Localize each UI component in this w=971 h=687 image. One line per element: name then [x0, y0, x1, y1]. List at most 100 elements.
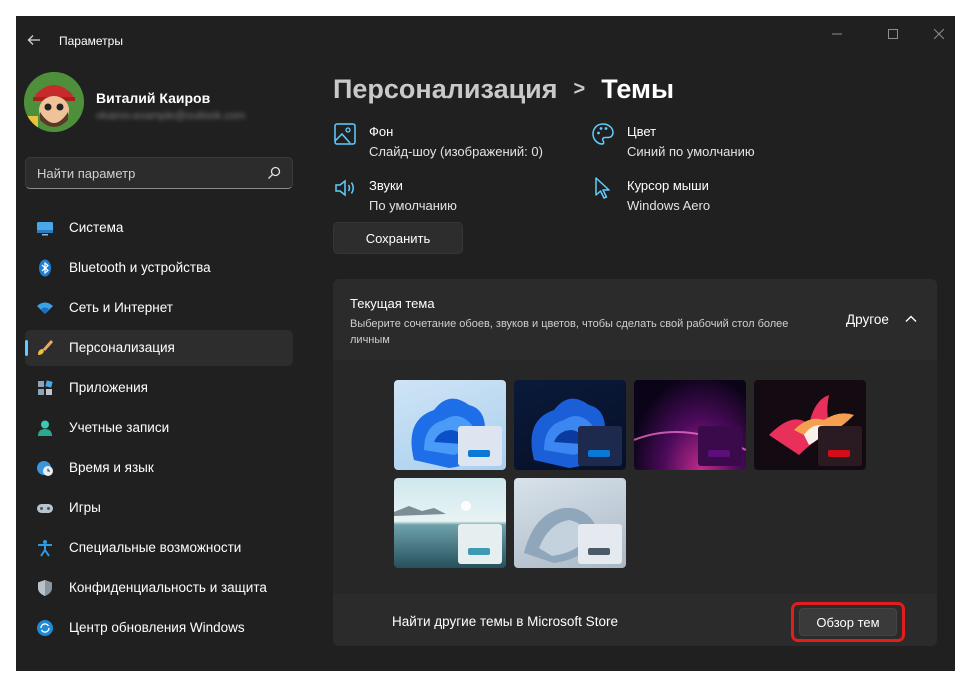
cursor-setting[interactable]: Курсор мыши Windows Aero: [591, 176, 791, 218]
theme-preview-window: [578, 524, 622, 564]
back-arrow-icon: [27, 35, 40, 45]
maximize-icon: [888, 29, 898, 39]
sidebar-item-label: Персонализация: [69, 340, 175, 355]
sidebar-item-label: Сеть и Интернет: [69, 300, 173, 315]
sidebar-item-privacy[interactable]: Конфиденциальность и защита: [25, 570, 293, 606]
sounds-value: По умолчанию: [369, 198, 457, 213]
speaker-icon: [335, 179, 354, 197]
theme-accent-bar: [468, 450, 490, 457]
search-icon[interactable]: [266, 165, 282, 181]
search-input[interactable]: [26, 158, 256, 188]
brush-icon: [36, 339, 54, 357]
search-box: [25, 157, 293, 189]
theme-preview-window: [458, 524, 502, 564]
sidebar-item-accessibility[interactable]: Специальные возможности: [25, 530, 293, 566]
close-icon: [934, 29, 944, 39]
cursor-title: Курсор мыши: [627, 178, 709, 193]
active-indicator: [25, 340, 28, 356]
user-name: Виталий Каиров: [96, 90, 211, 106]
color-title: Цвет: [627, 124, 657, 139]
theme-accent-bar: [588, 450, 610, 457]
theme-accent-bar: [828, 450, 850, 457]
theme-thumbnail-glow[interactable]: [634, 380, 746, 470]
avatar[interactable]: [24, 72, 84, 132]
theme-thumbnail-captured-motion[interactable]: [754, 380, 866, 470]
person-icon: [36, 419, 54, 437]
theme-accent-bar: [588, 548, 610, 555]
theme-thumbnail-windows-light[interactable]: [394, 380, 506, 470]
sidebar-item-label: Учетные записи: [69, 420, 170, 435]
settings-window: Параметры Виталий Каиров vkairov.example…: [16, 16, 955, 671]
chevron-up-icon[interactable]: [904, 312, 918, 326]
title-bar: Параметры: [16, 16, 955, 64]
wifi-icon: [36, 299, 54, 317]
current-theme-value: Другое: [846, 312, 889, 327]
theme-thumbnail-flow[interactable]: [514, 478, 626, 568]
sidebar-item-gaming[interactable]: Игры: [25, 490, 293, 526]
minimize-button[interactable]: [825, 22, 849, 46]
user-email: vkairov.example@outlook.com: [96, 110, 246, 122]
sidebar-item-label: Приложения: [69, 380, 148, 395]
sidebar-item-bluetooth[interactable]: Bluetooth и устройства: [25, 250, 293, 286]
sidebar-item-time-language[interactable]: Время и язык: [25, 450, 293, 486]
bluetooth-icon: [36, 259, 54, 277]
sidebar-nav: Система Bluetooth и устройства Сеть и Ин…: [25, 210, 293, 650]
palette-icon: [592, 123, 614, 145]
background-title: Фон: [369, 124, 394, 139]
cursor-value: Windows Aero: [627, 198, 711, 213]
image-icon: [334, 123, 356, 145]
app-title: Параметры: [59, 34, 123, 48]
sidebar-item-system[interactable]: Система: [25, 210, 293, 246]
color-value: Синий по умолчанию: [627, 144, 755, 159]
sidebar-item-network[interactable]: Сеть и Интернет: [25, 290, 293, 326]
close-button[interactable]: [927, 22, 951, 46]
store-themes-label: Найти другие темы в Microsoft Store: [392, 614, 618, 629]
monitor-icon: [36, 219, 54, 237]
sidebar-item-label: Специальные возможности: [69, 540, 242, 555]
background-setting[interactable]: Фон Слайд-шоу (изображений: 0): [333, 122, 563, 164]
theme-preview-window: [458, 426, 502, 466]
sounds-title: Звуки: [369, 178, 403, 193]
current-theme-description: Выберите сочетание обоев, звуков и цвето…: [350, 318, 789, 346]
store-themes-row: Найти другие темы в Microsoft Store Обзо…: [333, 596, 937, 646]
theme-gallery: [333, 360, 937, 594]
sidebar-item-personalization[interactable]: Персонализация: [25, 330, 293, 366]
avatar-image: [24, 72, 84, 132]
theme-thumbnail-sunrise[interactable]: [394, 478, 506, 568]
gamepad-icon: [36, 499, 54, 517]
sidebar-item-label: Время и язык: [69, 460, 154, 475]
theme-accent-bar: [468, 548, 490, 555]
current-theme-title: Текущая тема: [350, 296, 435, 311]
theme-preview-window: [578, 426, 622, 466]
page-title: Темы: [601, 74, 675, 104]
breadcrumb: Персонализация > Темы: [333, 74, 674, 105]
back-button[interactable]: [22, 28, 46, 52]
update-icon: [36, 619, 54, 637]
maximize-button[interactable]: [881, 22, 905, 46]
minimize-icon: [832, 33, 842, 35]
sidebar-item-label: Конфиденциальность и защита: [69, 580, 267, 595]
sidebar-item-label: Bluetooth и устройства: [69, 260, 211, 275]
sidebar-item-windows-update[interactable]: Центр обновления Windows: [25, 610, 293, 646]
background-value: Слайд-шоу (изображений: 0): [369, 144, 543, 159]
sidebar-item-apps[interactable]: Приложения: [25, 370, 293, 406]
shield-icon: [36, 579, 54, 597]
accessibility-icon: [36, 539, 54, 557]
theme-preview-window: [818, 426, 862, 466]
breadcrumb-parent[interactable]: Персонализация: [333, 74, 558, 105]
browse-themes-button[interactable]: Обзор тем: [799, 608, 897, 636]
current-theme-header[interactable]: Текущая тема Выберите сочетание обоев, з…: [333, 279, 937, 358]
sidebar-item-label: Система: [69, 220, 124, 235]
color-setting[interactable]: Цвет Синий по умолчанию: [591, 122, 791, 164]
sidebar-item-label: Центр обновления Windows: [69, 620, 245, 635]
current-theme-card: Текущая тема Выберите сочетание обоев, з…: [333, 279, 937, 646]
apps-icon: [36, 379, 54, 397]
cursor-icon: [595, 177, 610, 199]
theme-thumbnail-windows-dark[interactable]: [514, 380, 626, 470]
theme-preview-window: [698, 426, 742, 466]
save-button[interactable]: Сохранить: [333, 222, 463, 254]
sidebar-item-accounts[interactable]: Учетные записи: [25, 410, 293, 446]
theme-accent-bar: [708, 450, 730, 457]
globe-clock-icon: [36, 459, 54, 477]
sounds-setting[interactable]: Звуки По умолчанию: [333, 176, 533, 218]
